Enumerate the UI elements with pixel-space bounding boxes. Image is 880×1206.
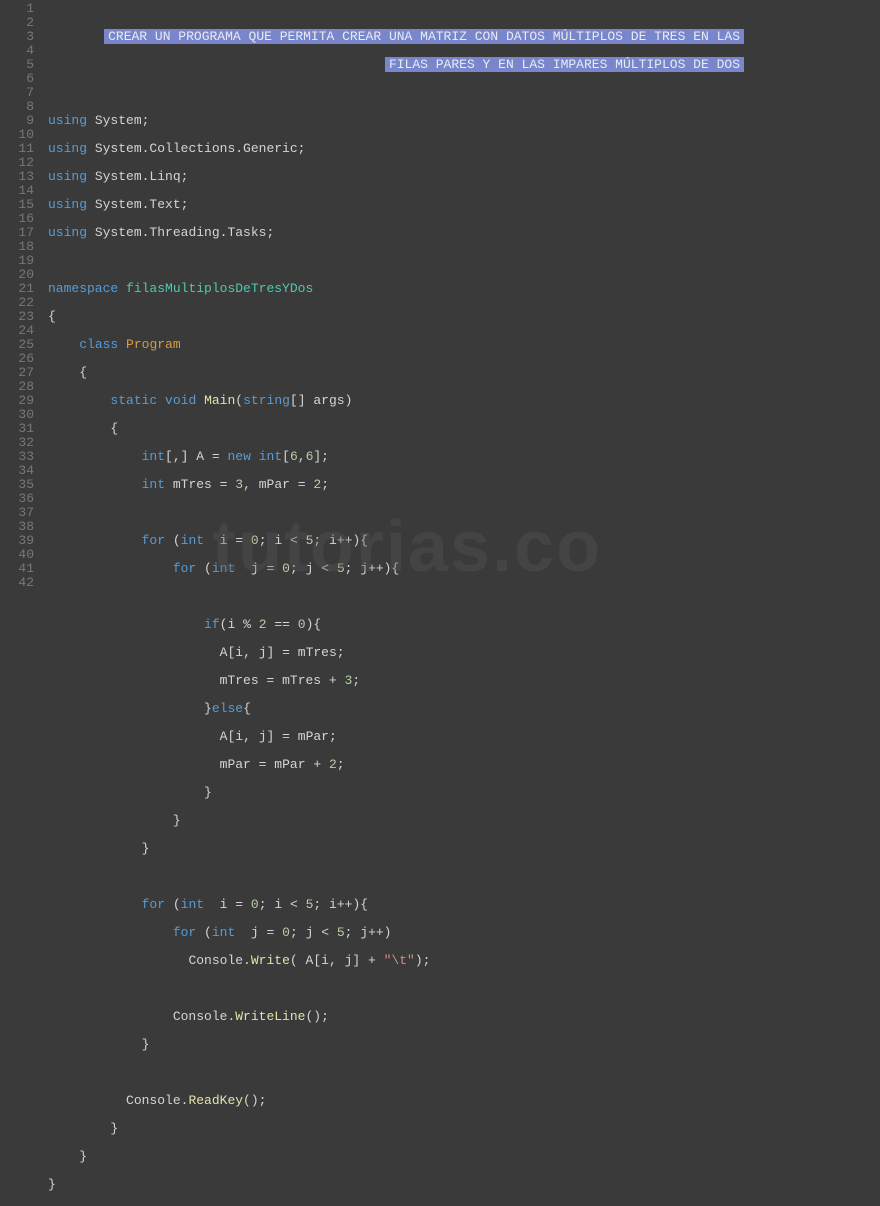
- line-number: 18: [0, 240, 34, 254]
- assignment: mTres = mTres + 3;: [48, 674, 880, 688]
- line-number: 34: [0, 464, 34, 478]
- line-number: 9: [0, 114, 34, 128]
- line-number: 42: [0, 576, 34, 590]
- brace-open: {: [48, 310, 880, 324]
- blank-line: [48, 254, 880, 268]
- line-number: 29: [0, 394, 34, 408]
- blank-line: [48, 506, 880, 520]
- line-number-gutter: 1234567891011121314151617181920212223242…: [0, 0, 42, 660]
- line-number: 12: [0, 156, 34, 170]
- line-number: 7: [0, 86, 34, 100]
- blank-line: [48, 590, 880, 604]
- class-decl: class Program: [48, 338, 880, 352]
- line-number: 21: [0, 282, 34, 296]
- line-number: 4: [0, 44, 34, 58]
- brace-close: }: [48, 842, 880, 856]
- using-directive: using System;: [48, 114, 880, 128]
- line-number: 26: [0, 352, 34, 366]
- line-number: 14: [0, 184, 34, 198]
- var-decl: int[,] A = new int[6,6];: [48, 450, 880, 464]
- line-number: 24: [0, 324, 34, 338]
- line-number: 30: [0, 408, 34, 422]
- line-number: 15: [0, 198, 34, 212]
- for-loop: for (int j = 0; j < 5; j++){: [48, 562, 880, 576]
- line-number: 35: [0, 478, 34, 492]
- if-stmt: if(i % 2 == 0){: [48, 618, 880, 632]
- using-directive: using System.Linq;: [48, 170, 880, 184]
- blank-line: [48, 1066, 880, 1080]
- line-number: 8: [0, 100, 34, 114]
- line-number: 17: [0, 226, 34, 240]
- line-number: 38: [0, 520, 34, 534]
- call-stmt: Console.Write( A[i, j] + "\t");: [48, 954, 880, 968]
- line-number: 19: [0, 254, 34, 268]
- line-number: 6: [0, 72, 34, 86]
- line-number: 41: [0, 562, 34, 576]
- line-number: 5: [0, 58, 34, 72]
- line-number: 40: [0, 548, 34, 562]
- line-number: 33: [0, 450, 34, 464]
- line-number: 3: [0, 30, 34, 44]
- brace-close: }: [48, 1122, 880, 1136]
- line-number: 32: [0, 436, 34, 450]
- assignment: A[i, j] = mTres;: [48, 646, 880, 660]
- blank-line: [48, 870, 880, 884]
- line-number: 16: [0, 212, 34, 226]
- brace-close: }: [48, 1178, 880, 1192]
- line-number: 27: [0, 366, 34, 380]
- line-number: 10: [0, 128, 34, 142]
- assignment: A[i, j] = mPar;: [48, 730, 880, 744]
- line-number: 2: [0, 16, 34, 30]
- line-number: 28: [0, 380, 34, 394]
- using-directive: using System.Threading.Tasks;: [48, 226, 880, 240]
- line-number: 1: [0, 2, 34, 16]
- blank-line: [48, 86, 880, 100]
- line-number: 37: [0, 506, 34, 520]
- line-number: 20: [0, 268, 34, 282]
- comment-line-2: FILAS PARES Y EN LAS IMPARES MÚLTIPLOS D…: [48, 58, 880, 72]
- method-decl: static void Main(string[] args): [48, 394, 880, 408]
- namespace-decl: namespace filasMultiplosDeTresYDos: [48, 282, 880, 296]
- using-directive: using System.Text;: [48, 198, 880, 212]
- blank-line: [48, 982, 880, 996]
- for-loop: for (int i = 0; i < 5; i++){: [48, 534, 880, 548]
- using-directive: using System.Collections.Generic;: [48, 142, 880, 156]
- var-decl: int mTres = 3, mPar = 2;: [48, 478, 880, 492]
- line-number: 36: [0, 492, 34, 506]
- brace-open: {: [48, 422, 880, 436]
- line-number: 31: [0, 422, 34, 436]
- brace-close: }: [48, 1038, 880, 1052]
- else-stmt: }else{: [48, 702, 880, 716]
- line-number: 23: [0, 310, 34, 324]
- brace-close: }: [48, 1150, 880, 1164]
- brace-close: }: [48, 814, 880, 828]
- comment-line-1: CREAR UN PROGRAMA QUE PERMITA CREAR UNA …: [48, 30, 880, 44]
- brace-open: {: [48, 366, 880, 380]
- call-stmt: Console.ReadKey();: [48, 1094, 880, 1108]
- assignment: mPar = mPar + 2;: [48, 758, 880, 772]
- line-number: 13: [0, 170, 34, 184]
- line-number: 39: [0, 534, 34, 548]
- for-loop: for (int j = 0; j < 5; j++): [48, 926, 880, 940]
- code-editor-content[interactable]: tutorias.co CREAR UN PROGRAMA QUE PERMIT…: [42, 0, 880, 660]
- line-number: 25: [0, 338, 34, 352]
- line-number: 22: [0, 296, 34, 310]
- call-stmt: Console.WriteLine();: [48, 1010, 880, 1024]
- line-number: 11: [0, 142, 34, 156]
- for-loop: for (int i = 0; i < 5; i++){: [48, 898, 880, 912]
- brace-close: }: [48, 786, 880, 800]
